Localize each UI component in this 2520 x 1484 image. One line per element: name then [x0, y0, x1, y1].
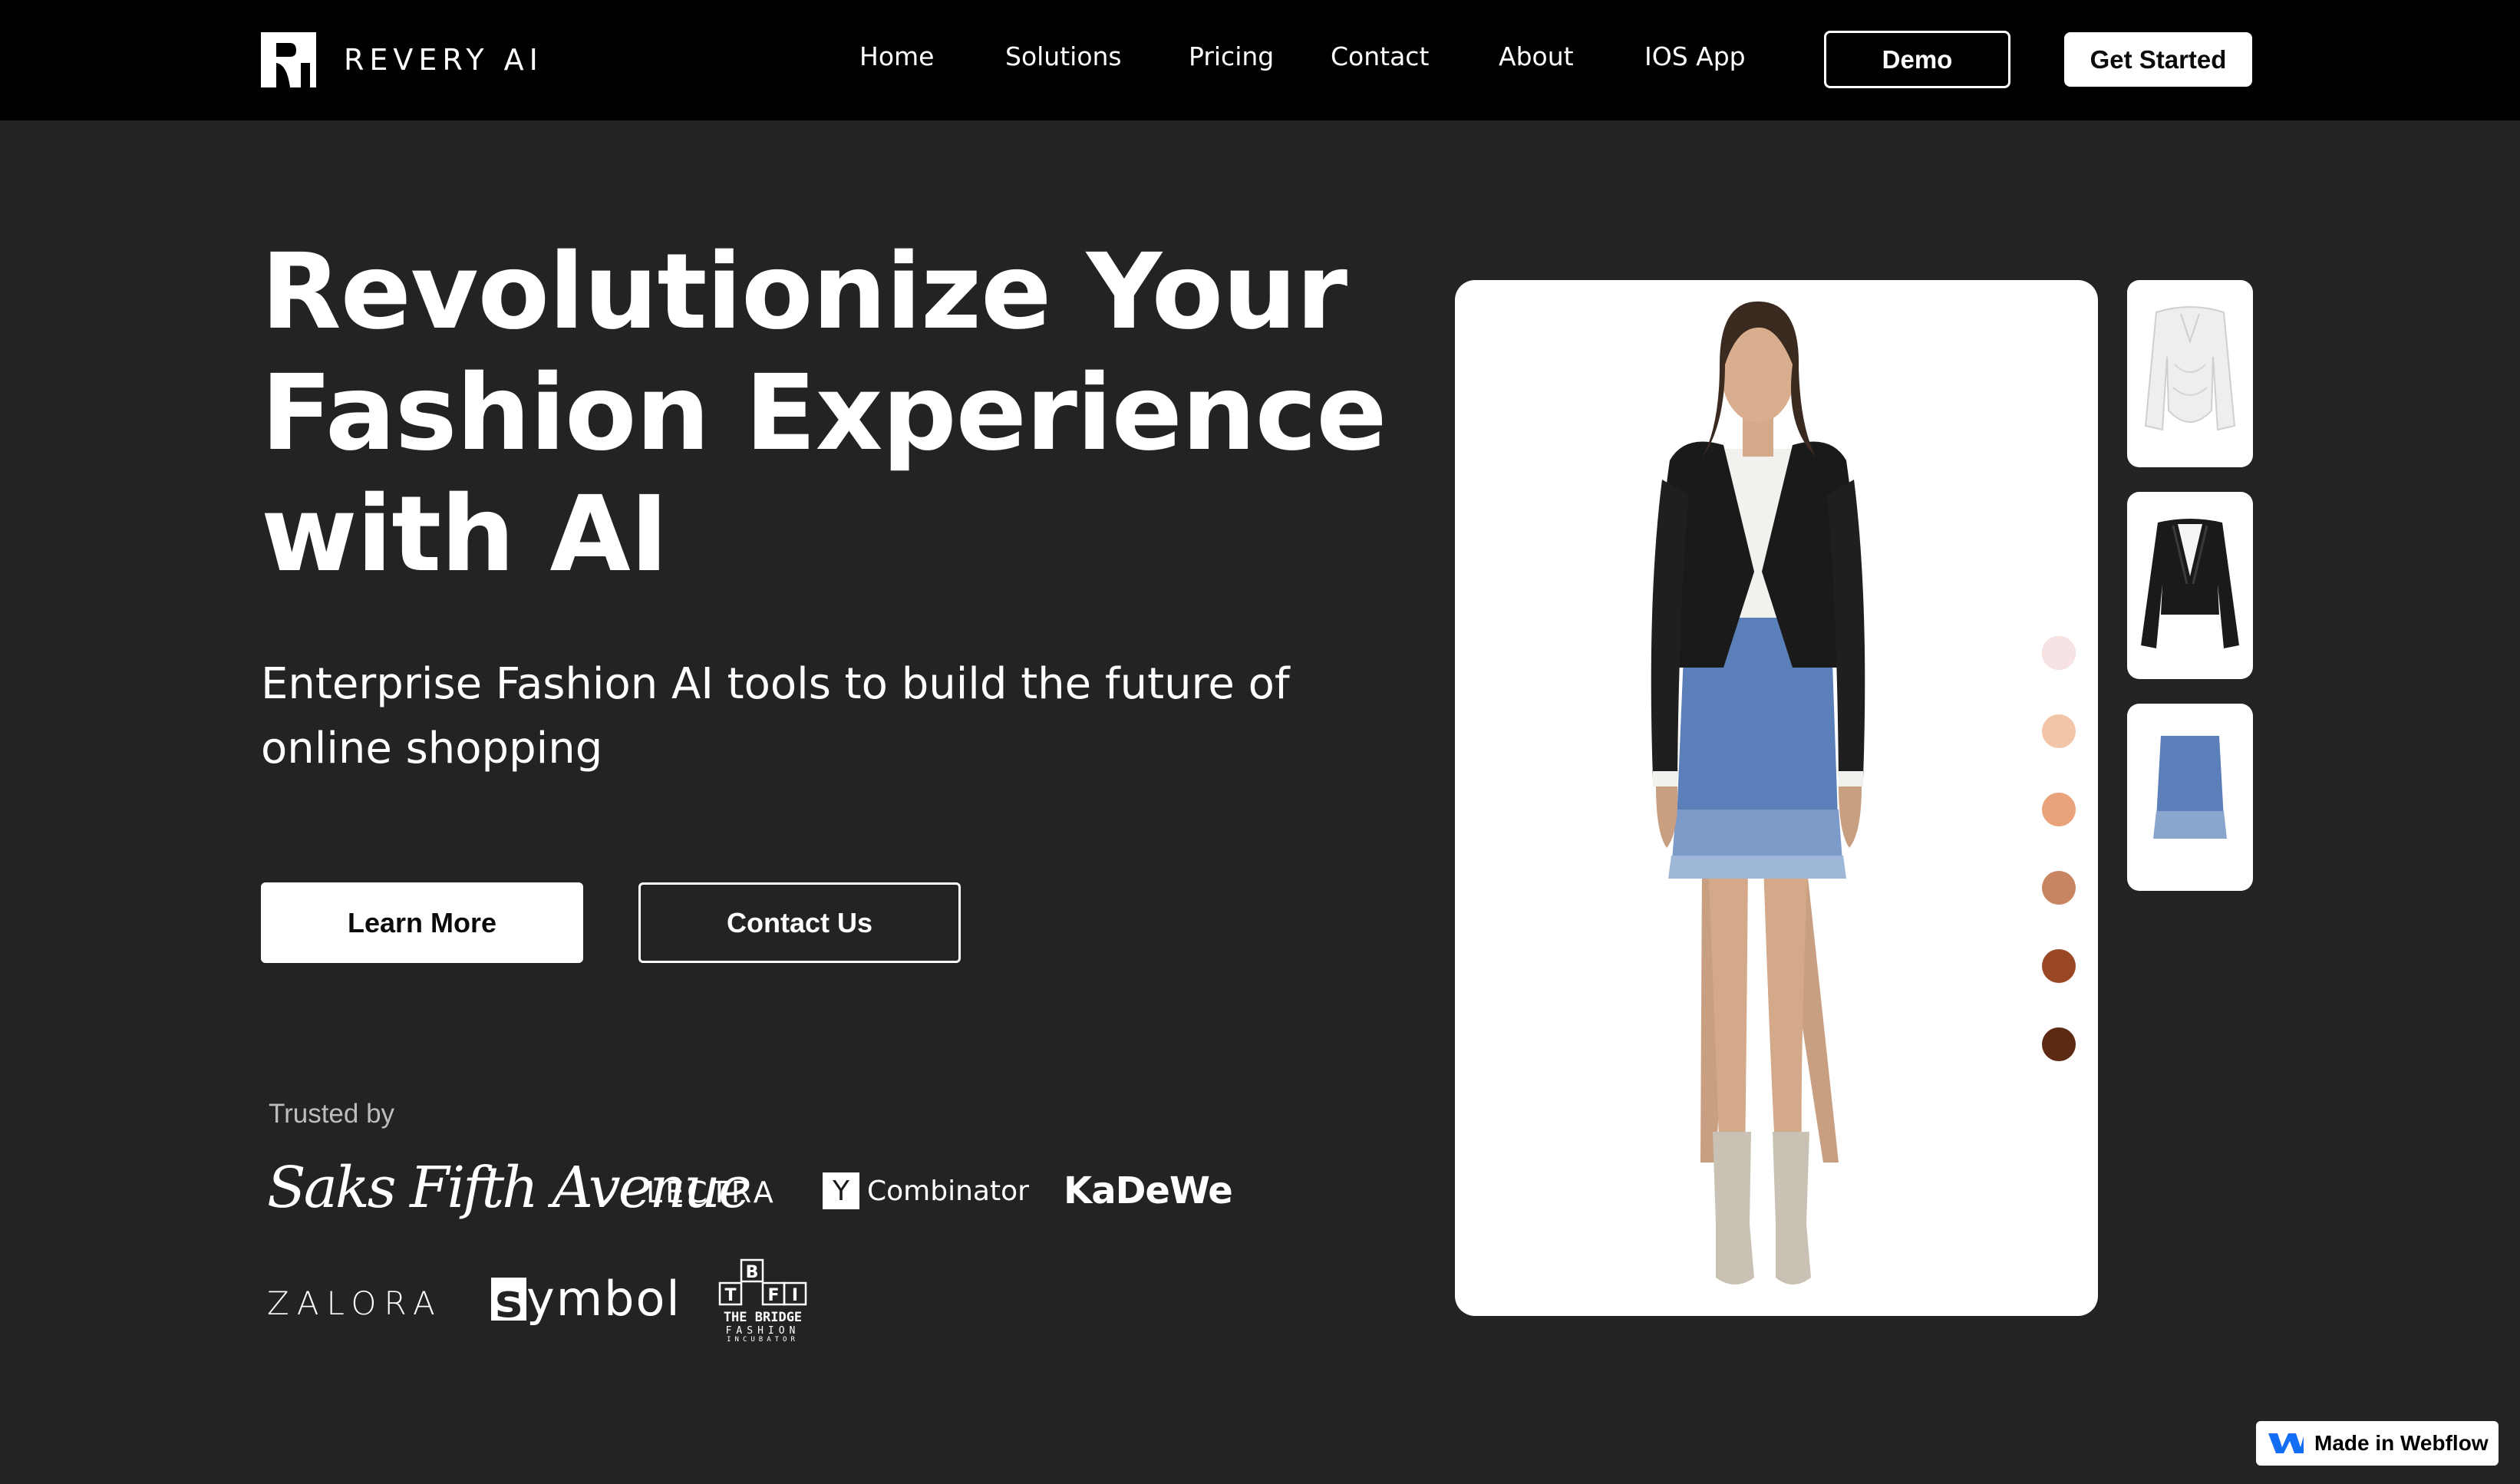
yc-text: Combinator: [867, 1175, 1029, 1207]
zalora-logo: ZALORA: [267, 1284, 443, 1322]
model-figure-image: [1651, 301, 1865, 1284]
bridge-name: THE BRIDGE: [723, 1310, 803, 1325]
nav-solutions[interactable]: Solutions: [1005, 41, 1122, 71]
bridge-letter-i: I: [792, 1286, 798, 1305]
nav-contact[interactable]: Contact: [1331, 41, 1429, 71]
nav-pricing[interactable]: Pricing: [1189, 41, 1274, 71]
white-top-image: [2144, 306, 2236, 431]
skin-tone-swatch-1[interactable]: [2042, 636, 2076, 670]
webflow-icon: [2268, 1433, 2304, 1453]
bridge-letter-b: B: [746, 1263, 759, 1282]
bridge-letter-t: T: [724, 1286, 736, 1305]
skin-tone-swatch-5[interactable]: [2042, 949, 2076, 983]
bridge-sub-2: INCUBATOR: [727, 1336, 799, 1344]
thumbnail-blue-skirt[interactable]: [2127, 704, 2253, 891]
bridge-sub: FASHION: [725, 1325, 800, 1337]
skin-tone-swatch-2[interactable]: [2042, 714, 2076, 748]
demo-button[interactable]: Demo: [1824, 31, 2010, 88]
hero-title: Revolutionize Your Fashion Experience wi…: [261, 232, 1387, 595]
lectra-logo: LECTRA: [646, 1176, 777, 1209]
hero-title-line-3: with AI: [261, 474, 668, 595]
revery-logo-icon: [261, 32, 316, 87]
symbol-box: s: [491, 1277, 526, 1324]
hero-title-line-2: Fashion Experience: [261, 353, 1387, 474]
made-in-webflow-badge[interactable]: Made in Webflow: [2256, 1421, 2499, 1466]
blue-skirt-image: [2153, 736, 2227, 839]
symbol-text: ymbol: [526, 1271, 681, 1327]
hero-subtitle: Enterprise Fashion AI tools to build the…: [261, 659, 1290, 773]
thumbnail-black-jacket[interactable]: [2127, 492, 2253, 679]
nav-ios-app[interactable]: IOS App: [1644, 41, 1746, 71]
skin-tone-swatch-3[interactable]: [2042, 793, 2076, 826]
the-bridge-fashion-incubator-logo: B T F I THE BRIDGE FASHION INCUBATOR: [718, 1258, 807, 1344]
thumbnail-white-top[interactable]: [2127, 280, 2253, 467]
kadewe-logo: KaDeWe: [1064, 1169, 1233, 1212]
get-started-button[interactable]: Get Started: [2064, 32, 2252, 87]
yc-box: Y: [823, 1172, 859, 1209]
nav-home[interactable]: Home: [859, 41, 934, 71]
contact-us-button[interactable]: Contact Us: [638, 882, 961, 963]
nav-about[interactable]: About: [1499, 41, 1574, 71]
skin-tone-swatch-6[interactable]: [2042, 1027, 2076, 1061]
brand-logo[interactable]: REVERY AI: [261, 32, 543, 87]
black-jacket-image: [2141, 519, 2239, 648]
hero-title-line-1: Revolutionize Your: [261, 232, 1347, 353]
skin-tone-swatch-4[interactable]: [2042, 871, 2076, 905]
brand-name: REVERY AI: [344, 43, 543, 77]
top-navbar: REVERY AI Home Solutions Pricing Contact…: [0, 0, 2520, 120]
symbol-logo: s ymbol: [491, 1271, 681, 1327]
y-combinator-logo: Y Combinator: [823, 1172, 1029, 1209]
trusted-by-label: Trusted by: [269, 1099, 395, 1129]
bridge-letter-grid-icon: B T F I: [718, 1258, 807, 1306]
learn-more-button[interactable]: Learn More: [261, 882, 583, 963]
webflow-badge-label: Made in Webflow: [2314, 1431, 2489, 1455]
tryon-model-card[interactable]: [1455, 280, 2098, 1316]
bridge-letter-f: F: [767, 1286, 779, 1305]
